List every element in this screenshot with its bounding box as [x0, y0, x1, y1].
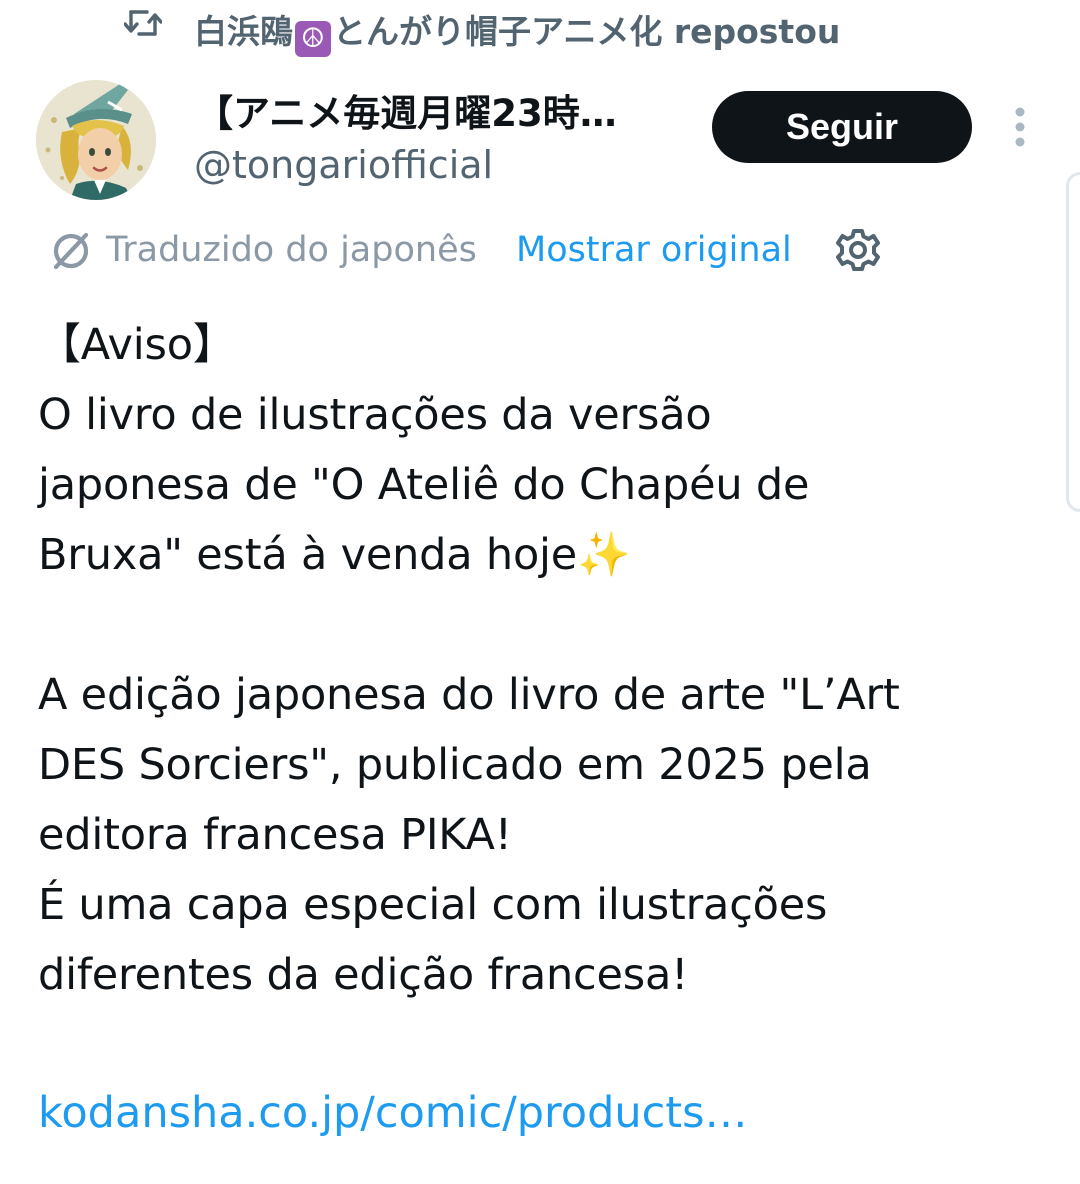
show-original-link[interactable]: Mostrar original: [516, 226, 792, 274]
tweet-line-with-emoji: Bruxa" está à venda hoje✨: [38, 520, 1038, 590]
tweet-line: É uma capa especial com ilustrações: [38, 880, 828, 930]
translate-icon: [53, 232, 89, 270]
paragraph-break: [38, 590, 1038, 660]
author-avatar[interactable]: [36, 80, 156, 200]
repost-icon: [124, 10, 162, 36]
tweet-line: japonesa de "O Ateliê do Chapéu de: [38, 460, 810, 510]
tweet-line: diferentes da edição francesa!: [38, 950, 689, 1000]
reposter-name: 白浜鴎: [194, 12, 293, 51]
tweet-text: 【Aviso】 O livro de ilustrações da versão…: [38, 310, 1038, 1010]
peace-emoji-icon: ☮: [295, 21, 331, 57]
repost-header: 白浜鴎 ☮ とんがり帽子アニメ化 repostou: [0, 0, 1080, 66]
gear-icon[interactable]: [832, 224, 884, 276]
tweet-line: editora francesa PIKA!: [38, 810, 512, 860]
tweet-line: A edição japonesa do livro de arte "L’Ar…: [38, 670, 900, 720]
repost-label[interactable]: 白浜鴎 ☮ とんがり帽子アニメ化 repostou: [194, 8, 840, 57]
tweet-line: 【Aviso】: [38, 320, 236, 370]
avatar-illustration: [36, 80, 156, 200]
follow-button[interactable]: Seguir: [712, 91, 972, 163]
sparkles-emoji-icon: ✨: [577, 530, 631, 580]
more-vertical-icon[interactable]: [1004, 104, 1036, 152]
tweet-line: DES Sorciers", publicado em 2025 pela: [38, 740, 872, 790]
tweet-line: O livro de ilustrações da versão: [38, 390, 712, 440]
author-display-name[interactable]: 【アニメ毎週月曜23時…: [196, 88, 676, 140]
tweet-line-text: Bruxa" está à venda hoje: [38, 530, 578, 580]
translated-from-label: Traduzido do japonês: [106, 230, 477, 270]
tweet-url-link[interactable]: kodansha.co.jp/comic/products…: [38, 1078, 748, 1148]
repost-action-label: repostou: [662, 12, 841, 51]
author-handle[interactable]: @tongariofficial: [194, 138, 493, 192]
reposter-name-suffix: とんがり帽子アニメ化: [333, 12, 663, 51]
scrollbar[interactable]: [1066, 172, 1080, 512]
